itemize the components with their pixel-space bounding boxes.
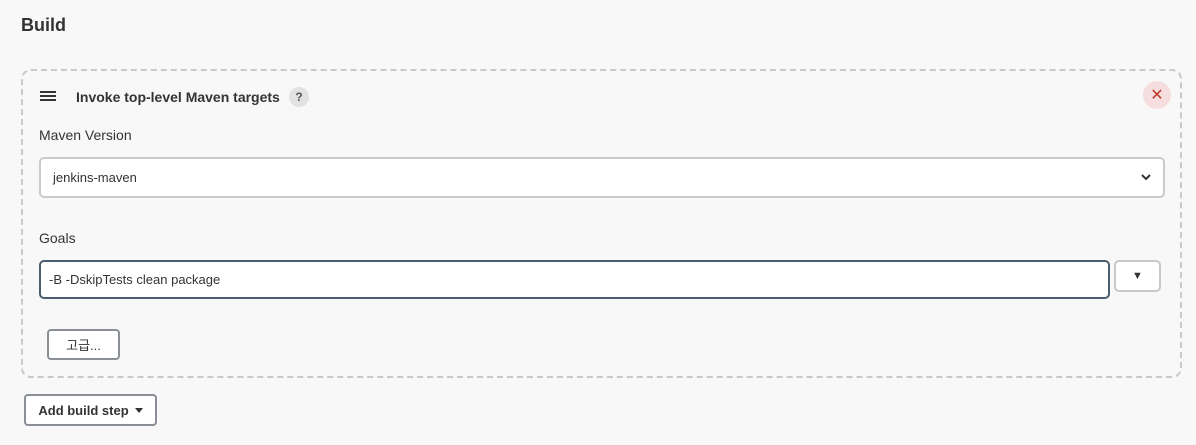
section-title: Build xyxy=(21,15,66,35)
drag-handle-icon[interactable] xyxy=(40,91,56,101)
caret-down-icon xyxy=(134,407,143,413)
advanced-button[interactable]: 고급... xyxy=(47,329,120,360)
maven-version-select[interactable]: jenkins-maven xyxy=(39,157,1165,198)
maven-version-label: Maven Version xyxy=(39,127,132,143)
step-title: Invoke top-level Maven targets xyxy=(76,89,280,105)
expand-goals-button[interactable]: ▼ xyxy=(1114,260,1161,292)
triangle-down-icon: ▼ xyxy=(1132,270,1143,282)
add-build-step-button[interactable]: Add build step xyxy=(24,394,157,426)
goals-label: Goals xyxy=(39,230,76,246)
chevron-down-icon xyxy=(1141,174,1151,181)
add-build-step-label: Add build step xyxy=(38,402,129,418)
help-icon[interactable]: ? xyxy=(289,87,309,107)
goals-input[interactable]: -B -DskipTests clean package xyxy=(39,260,1110,299)
close-icon[interactable]: ✕ xyxy=(1143,81,1171,109)
maven-version-value: jenkins-maven xyxy=(53,170,137,185)
build-step-card: Invoke top-level Maven targets ? ✕ Maven… xyxy=(21,69,1182,378)
